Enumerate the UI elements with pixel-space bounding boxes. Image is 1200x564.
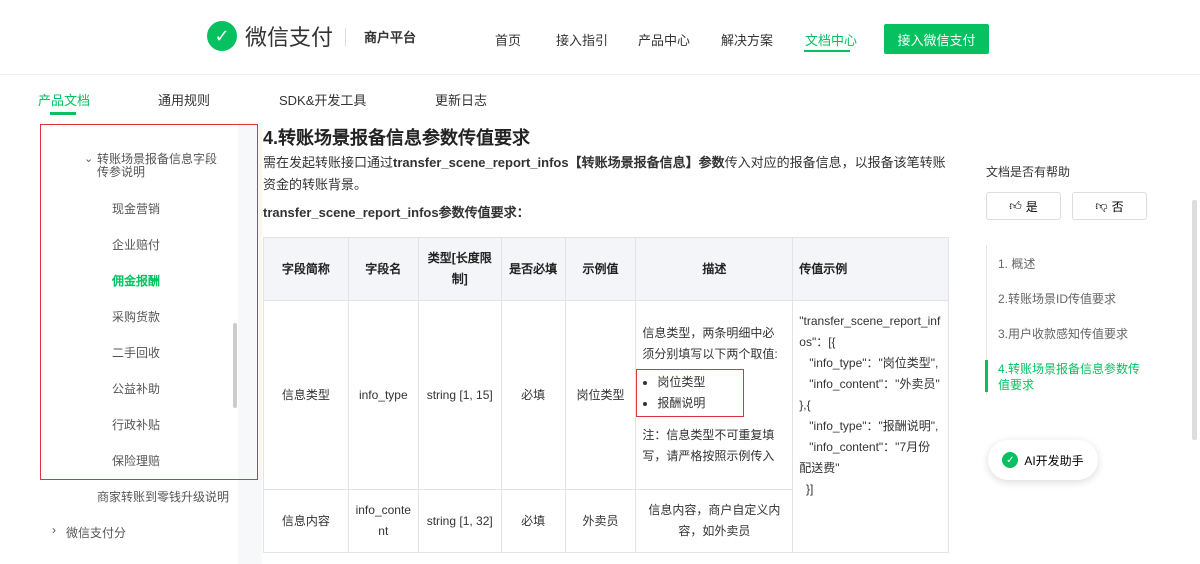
list-item: 报酬说明 — [657, 393, 743, 414]
nav-docs[interactable]: 文档中心 — [805, 30, 857, 49]
thumbs-up-icon: 👍︎ — [1009, 198, 1022, 213]
help-question: 文档是否有帮助 — [986, 165, 1071, 179]
col-header: 字段名 — [347, 237, 419, 301]
helpful-yes-button[interactable]: 👍︎ 是 — [986, 192, 1061, 220]
list-item: 岗位类型 — [657, 372, 743, 393]
cell-sample: "transfer_scene_report_infos"：[{ "info_t… — [792, 300, 949, 553]
ai-label: AI开发助手 — [1024, 453, 1084, 468]
col-header: 示例值 — [564, 237, 637, 301]
cell: string [1, 15] — [417, 300, 502, 490]
merchant-platform[interactable]: 商户平台 — [364, 27, 416, 46]
sidebar-scrollbar[interactable] — [233, 323, 237, 408]
sidebar-item[interactable]: 商家转账到零钱升级说明 — [97, 488, 229, 505]
cell: 信息内容，商户自定义内容，如外卖员 — [635, 489, 794, 553]
nav-active-indicator — [804, 50, 850, 52]
chevron-right-icon[interactable]: › — [52, 523, 56, 537]
top-header: ✓ 微信支付 商户平台 首页 接入指引 产品中心 解决方案 文档中心 接入微信支… — [0, 0, 1200, 75]
tab-active-indicator — [50, 112, 76, 115]
col-header: 描述 — [635, 237, 794, 301]
highlight-box: 岗位类型 报酬说明 — [636, 369, 745, 417]
helpful-no-button[interactable]: 👎︎ 否 — [1072, 192, 1147, 220]
toc-item-active[interactable]: 4.转账场景报备信息参数传值要求 — [998, 361, 1148, 393]
tab-changelog[interactable]: 更新日志 — [435, 90, 487, 109]
thumbs-down-icon: 👎︎ — [1095, 198, 1108, 213]
subtitle: transfer_scene_report_infos参数传值要求： — [263, 205, 530, 220]
cell-description: 信息类型，两条明细中必须分别填写以下两个取值: 岗位类型 报酬说明 注：信息类型… — [635, 300, 794, 490]
yes-label: 是 — [1025, 199, 1038, 214]
toc-item[interactable]: 3.用户收款感知传值要求 — [998, 326, 1148, 342]
nav-solutions[interactable]: 解决方案 — [721, 30, 773, 49]
table-row: 信息类型 info_type string [1, 15] 必填 岗位类型 信息… — [263, 300, 949, 553]
table-header-row: 字段简称 字段名 类型[长度限制] 是否必填 示例值 描述 传值示例 — [263, 237, 949, 301]
desc-text: 信息类型，两条明细中必须分别填写以下两个取值: — [642, 326, 778, 361]
join-wechat-pay-button[interactable]: 接入微信支付 — [884, 24, 989, 54]
brand-name: 微信支付 — [245, 25, 334, 50]
nav-products[interactable]: 产品中心 — [638, 30, 690, 49]
tab-general-rules[interactable]: 通用规则 — [158, 90, 210, 109]
cell: 必填 — [500, 300, 566, 490]
tab-sdk-tools[interactable]: SDK&开发工具 — [279, 90, 366, 109]
col-header: 类型[长度限制] — [417, 237, 502, 301]
toc-item[interactable]: 1. 概述 — [998, 256, 1148, 272]
no-label: 否 — [1111, 199, 1124, 214]
params-table: 字段简称 字段名 类型[长度限制] 是否必填 示例值 描述 传值示例 信息类型 … — [263, 237, 949, 553]
cell: info_type — [347, 300, 419, 490]
cell: 信息类型 — [263, 300, 349, 490]
desc-note: 注：信息类型不可重复填写，请严格按照示例传入 — [642, 428, 775, 463]
tab-product-docs[interactable]: 产品文档 — [38, 90, 90, 109]
toc-active-indicator — [985, 360, 988, 392]
cell: 信息内容 — [263, 489, 349, 553]
highlight-box — [40, 124, 258, 480]
toc-item[interactable]: 2.转账场景ID传值要求 — [998, 291, 1148, 307]
cell: 外卖员 — [564, 489, 637, 553]
wechat-pay-icon: ✓ — [1002, 452, 1019, 468]
col-header: 是否必填 — [500, 237, 566, 301]
section-title: 4.转账场景报备信息参数传值要求 — [263, 128, 531, 148]
wechat-pay-check-icon: ✓ — [207, 21, 237, 51]
cell: 必填 — [500, 489, 566, 553]
cell: info_content — [347, 489, 419, 553]
divider — [345, 28, 346, 46]
sidebar-item[interactable]: 微信支付分 — [66, 524, 126, 541]
cell: string [1, 32] — [417, 489, 502, 553]
col-header: 传值示例 — [792, 237, 949, 301]
nav-home[interactable]: 首页 — [495, 30, 521, 49]
intro-text: 需在发起转账接口通过transfer_scene_report_infos【转账… — [263, 155, 946, 192]
ai-assistant-button[interactable]: ✓ AI开发助手 — [988, 440, 1098, 480]
nav-guide[interactable]: 接入指引 — [556, 30, 608, 49]
page-scrollbar[interactable] — [1192, 200, 1197, 440]
cell: 岗位类型 — [564, 300, 637, 490]
wechat-pay-logo[interactable]: ✓ 微信支付 — [207, 20, 333, 52]
col-header: 字段简称 — [263, 237, 349, 301]
